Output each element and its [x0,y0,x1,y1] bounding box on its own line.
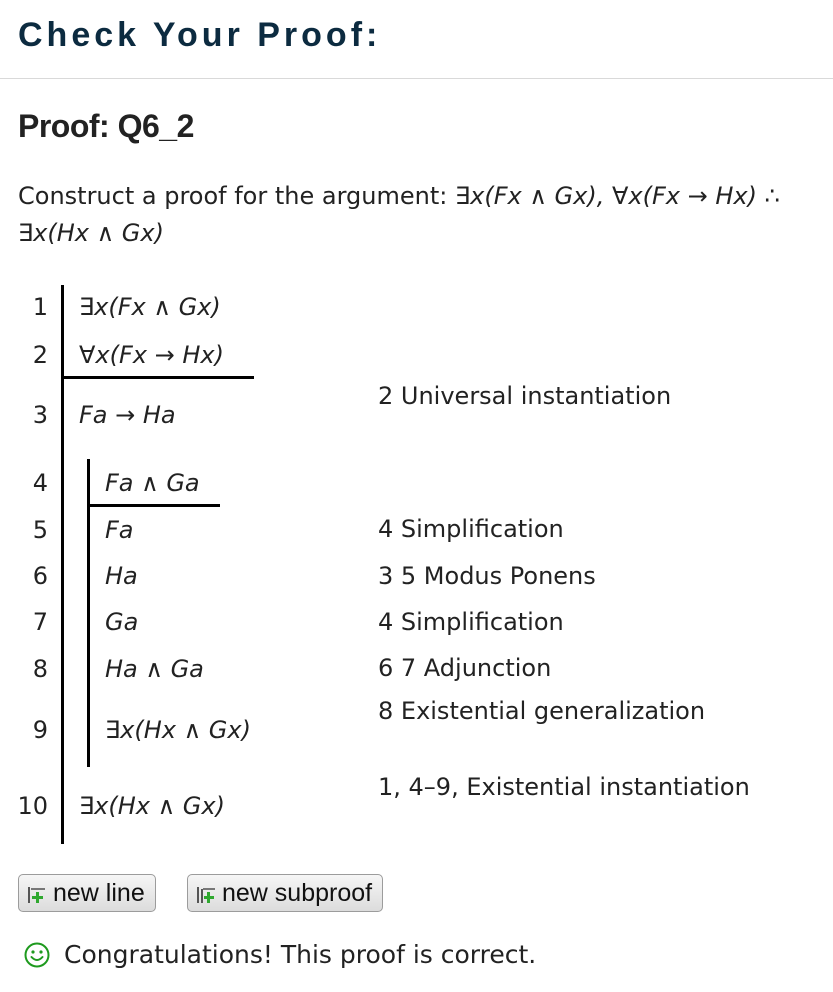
page-title: Check Your Proof: [18,16,382,54]
line-justification[interactable]: 8 Existential generalization [378,693,818,730]
assumption-separator [87,504,220,507]
premise-separator [61,376,254,379]
page-header: Check Your Proof: [0,0,833,79]
line-number: 10 [17,792,48,820]
line-number: 8 [32,655,48,683]
line-number: 6 [32,562,48,590]
new-subproof-button[interactable]: new subproof [187,874,384,912]
line-justification[interactable]: 4 Simplification [378,604,818,641]
line-justification[interactable]: 3 5 Modus Ponens [378,558,818,595]
question-text: Construct a proof for the argument: ∃x(F… [18,178,828,252]
line-formula[interactable]: Fa → Ha [79,401,176,429]
proof-status: Congratulations! This proof is correct. [24,940,536,969]
proof-table: 1 ∃x(Fx ∧ Gx) 2 ∀x(Fx → Hx) 3 Fa → Ha 2 … [0,285,833,845]
new-line-label: new line [53,878,145,907]
line-formula[interactable]: Ga [105,608,138,636]
line-formula[interactable]: ∃x(Hx ∧ Gx) [79,792,225,820]
line-justification[interactable]: 1, 4–9, Existential instantiation [378,769,818,806]
line-justification[interactable]: 6 7 Adjunction [378,650,818,687]
new-line-button[interactable]: new line [18,874,156,912]
line-number: 5 [32,516,48,544]
line-justification[interactable]: 2 Universal instantiation [378,378,818,415]
line-formula[interactable]: ∃x(Hx ∧ Gx) [105,716,251,744]
line-formula[interactable]: Ha ∧ Ga [105,655,204,683]
question-prefix: Construct a proof for the argument: [18,182,448,210]
line-formula[interactable]: ∀x(Fx → Hx) [79,341,224,369]
line-number: 3 [32,401,48,429]
line-number: 9 [32,716,48,744]
line-justification[interactable]: 4 Simplification [378,511,818,548]
new-subproof-label: new subproof [222,878,373,907]
line-number: 4 [32,469,48,497]
smiley-icon [24,942,50,967]
line-number: 7 [32,608,48,636]
proof-title: Proof: Q6_2 [18,108,194,144]
line-number: 1 [32,293,48,321]
add-line-icon [28,887,45,903]
add-subproof-icon [197,887,215,903]
line-formula[interactable]: Ha [105,562,138,590]
status-message: Congratulations! This proof is correct. [64,940,537,969]
line-formula[interactable]: Fa [105,516,134,544]
line-formula[interactable]: Fa ∧ Ga [105,469,200,497]
line-formula[interactable]: ∃x(Fx ∧ Gx) [79,293,221,321]
line-number: 2 [32,341,48,369]
proof-scope-bar [61,285,64,844]
